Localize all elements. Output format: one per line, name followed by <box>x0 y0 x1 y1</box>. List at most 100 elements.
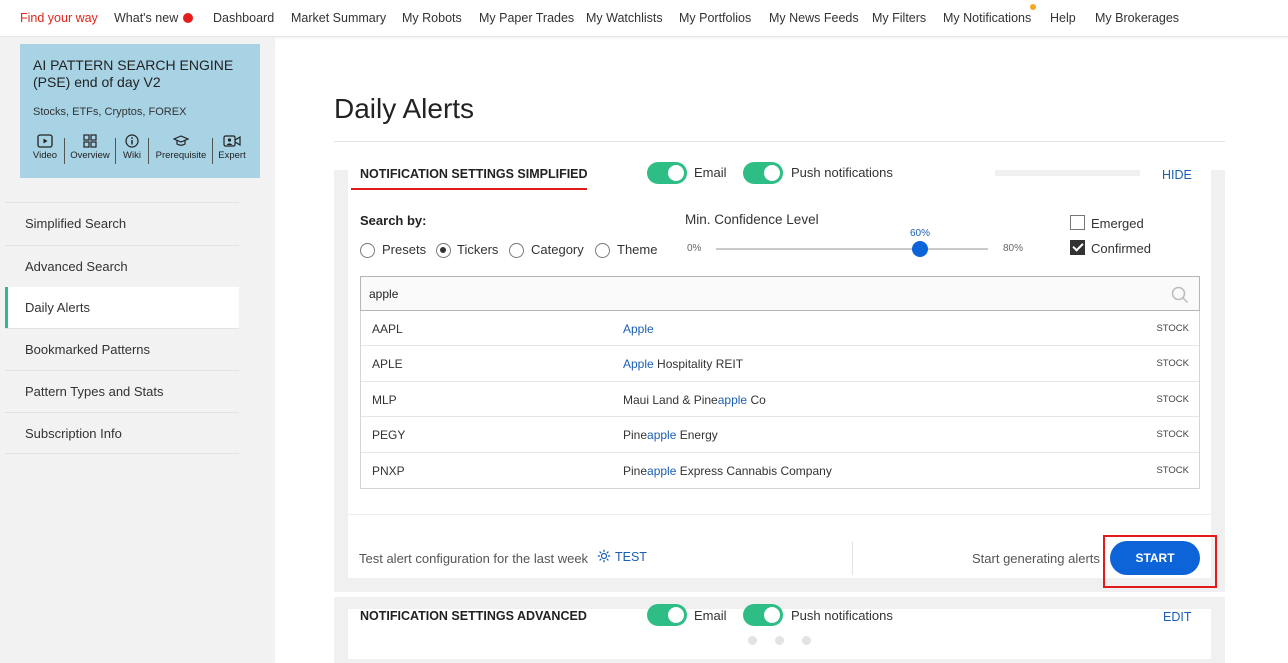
ticker-name: Apple Hospitality REIT <box>623 357 743 371</box>
tool-wiki[interactable]: Wiki <box>120 134 144 161</box>
footer-divider <box>348 514 1211 515</box>
sidebar-item-subscription-info[interactable]: Subscription Info <box>5 412 239 454</box>
checkbox-confirmed-label: Confirmed <box>1091 241 1151 256</box>
new-indicator-dot <box>183 13 194 23</box>
gear-icon <box>597 549 611 563</box>
tool-prerequisite[interactable]: Prerequisite <box>153 134 209 161</box>
tool-overview[interactable]: Overview <box>68 134 112 161</box>
test-button-label: TEST <box>615 550 647 564</box>
sidebar-item-daily-alerts[interactable]: Daily Alerts <box>5 287 239 328</box>
advanced-email-toggle[interactable] <box>647 604 687 626</box>
nav-dashboard[interactable]: Dashboard <box>213 11 274 25</box>
confidence-min-label: 0% <box>687 243 702 254</box>
ticker-name: Apple <box>623 322 654 336</box>
list-item[interactable]: AAPL Apple STOCK <box>361 311 1199 347</box>
search-by-label: Search by: <box>360 213 427 228</box>
confidence-value-label: 60% <box>909 228 930 239</box>
nav-my-filters[interactable]: My Filters <box>872 11 926 25</box>
push-notifications-toggle[interactable] <box>743 162 783 184</box>
tool-overview-label: Overview <box>70 150 110 161</box>
ticker-search-input[interactable] <box>369 285 1149 303</box>
tool-expert[interactable]: Expert <box>217 134 247 161</box>
radio-tickers-label: Tickers <box>457 242 499 257</box>
ticker-name-highlight: Apple <box>623 322 654 336</box>
nav-my-watchlists[interactable]: My Watchlists <box>586 11 663 25</box>
ticker-name: Pineapple Express Cannabis Company <box>623 464 832 478</box>
nav-find-your-way[interactable]: Find your way <box>20 11 98 25</box>
sidebar-item-simplified-search[interactable]: Simplified Search <box>5 202 239 244</box>
ticker-name-highlight: apple <box>717 392 748 407</box>
hide-link[interactable]: HIDE <box>1162 168 1192 182</box>
ticker-name-part: Pine <box>623 463 648 478</box>
nav-my-notifications[interactable]: My Notifications <box>943 11 1031 25</box>
nav-market-summary[interactable]: Market Summary <box>291 11 386 25</box>
email-toggle[interactable] <box>647 162 687 184</box>
ticker-search-box <box>360 276 1200 311</box>
start-button[interactable]: START <box>1110 541 1200 575</box>
nav-my-portfolios[interactable]: My Portfolios <box>679 11 751 25</box>
ticker-type: STOCK <box>1156 393 1189 405</box>
ticker-type: STOCK <box>1156 429 1189 441</box>
confidence-label: Min. Confidence Level <box>685 212 819 227</box>
notification-indicator-dot <box>1030 4 1036 10</box>
radio-presets[interactable] <box>360 243 375 258</box>
tool-divider <box>64 138 65 164</box>
ticker-name-part: Energy <box>676 428 718 443</box>
section-title-underline <box>351 188 587 190</box>
radio-tickers[interactable] <box>436 243 451 258</box>
ticker-symbol: AAPL <box>372 322 403 336</box>
nav-help[interactable]: Help <box>1050 11 1076 25</box>
ticker-name: Maui Land & Pineapple Co <box>623 393 766 407</box>
tool-divider <box>212 138 213 164</box>
loading-dot <box>775 636 784 645</box>
ticker-name-highlight: apple <box>647 463 677 478</box>
ticker-name: Pineapple Energy <box>623 428 718 442</box>
nav-my-brokerages[interactable]: My Brokerages <box>1095 11 1179 25</box>
checkbox-emerged[interactable] <box>1070 215 1085 230</box>
sidebar: AI PATTERN SEARCH ENGINE (PSE) end of da… <box>0 37 275 663</box>
tool-video[interactable]: Video <box>32 134 58 161</box>
advanced-push-toggle[interactable] <box>743 604 783 626</box>
ticker-symbol: PNXP <box>372 463 405 478</box>
sidebar-item-advanced-search[interactable]: Advanced Search <box>5 245 239 287</box>
nav-my-robots[interactable]: My Robots <box>402 11 462 25</box>
email-toggle-label: Email <box>694 165 727 180</box>
loading-dot <box>748 636 757 645</box>
confidence-slider-track[interactable] <box>716 248 988 250</box>
engine-card: AI PATTERN SEARCH ENGINE (PSE) end of da… <box>20 44 260 178</box>
search-icon[interactable] <box>1171 286 1189 304</box>
tool-divider <box>115 138 116 164</box>
ticker-type: STOCK <box>1156 323 1189 334</box>
sidebar-item-bookmarked-patterns[interactable]: Bookmarked Patterns <box>5 328 239 370</box>
test-button[interactable]: TEST <box>597 549 647 564</box>
list-item[interactable]: PNXP Pineapple Express Cannabis Company … <box>361 453 1199 488</box>
advanced-email-label: Email <box>694 608 727 623</box>
nav-my-news-feeds[interactable]: My News Feeds <box>769 11 859 25</box>
ticker-name-part: Co <box>747 392 766 407</box>
confidence-slider-thumb[interactable] <box>912 241 928 257</box>
radio-theme-label: Theme <box>617 242 658 257</box>
nav-whats-new[interactable]: What's new <box>114 11 194 25</box>
checkbox-emerged-label: Emerged <box>1091 216 1144 231</box>
ticker-symbol: APLE <box>372 357 403 372</box>
ticker-name-part: Pine <box>623 428 648 443</box>
play-icon <box>37 134 53 148</box>
ticker-results-list: AAPL Apple STOCK APLE Apple Hospitality … <box>360 311 1200 489</box>
edit-link[interactable]: EDIT <box>1163 610 1191 624</box>
confidence-max-label: 80% <box>1003 243 1024 254</box>
radio-presets-label: Presets <box>382 242 427 257</box>
list-item[interactable]: PEGY Pineapple Energy STOCK <box>361 417 1199 453</box>
list-item[interactable]: APLE Apple Hospitality REIT STOCK <box>361 346 1199 382</box>
radio-theme[interactable] <box>595 243 610 258</box>
sidebar-item-pattern-types-and-stats[interactable]: Pattern Types and Stats <box>5 370 239 412</box>
tool-prerequisite-label: Prerequisite <box>155 150 207 161</box>
ticker-name-highlight: Apple <box>623 357 654 372</box>
ticker-symbol: MLP <box>372 392 397 407</box>
ticker-type: STOCK <box>1156 358 1189 370</box>
tool-wiki-label: Wiki <box>123 150 141 161</box>
list-item[interactable]: MLP Maui Land & Pineapple Co STOCK <box>361 382 1199 418</box>
info-icon <box>125 134 139 148</box>
nav-my-paper-trades[interactable]: My Paper Trades <box>479 11 574 25</box>
checkbox-confirmed[interactable] <box>1070 240 1085 255</box>
radio-category[interactable] <box>509 243 524 258</box>
